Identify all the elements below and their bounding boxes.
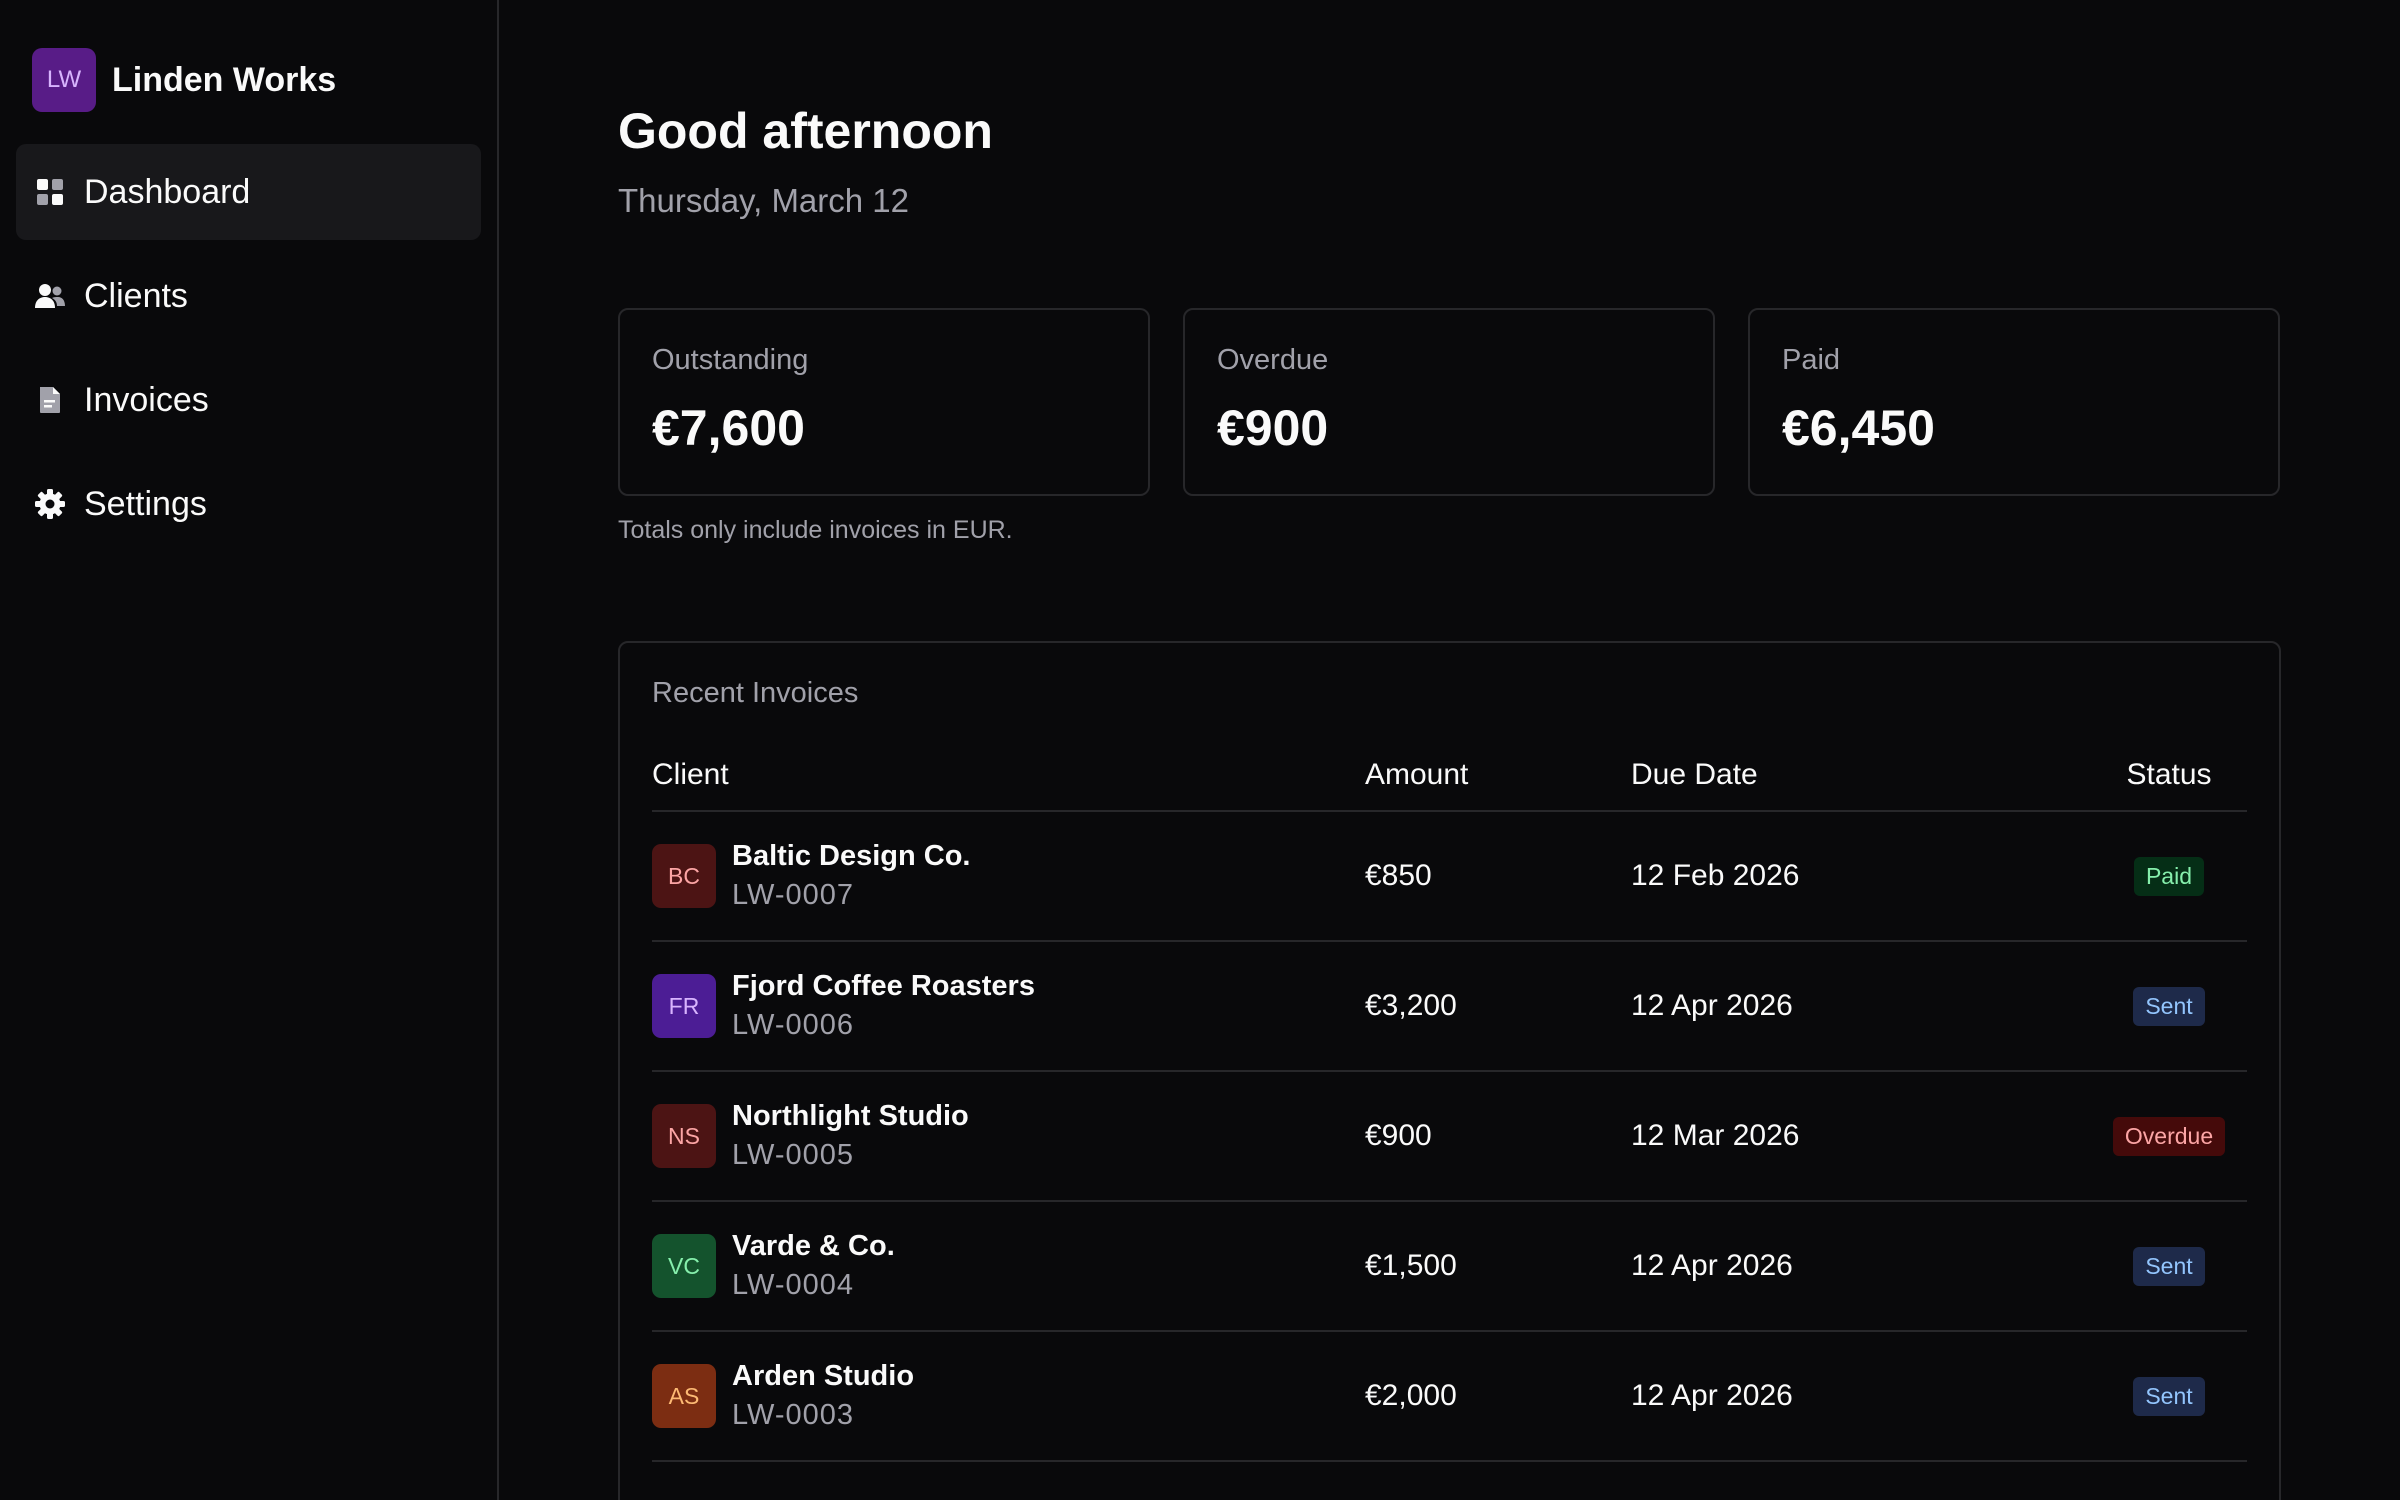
invoice-amount: €2,000 — [1365, 1379, 1457, 1412]
invoice-amount: €1,500 — [1365, 1249, 1457, 1282]
client-avatar: VC — [652, 1234, 716, 1298]
section-title: Recent Invoices — [652, 677, 859, 709]
app-shell: LW Linden Works Dashboard Clients Invoic… — [0, 0, 2400, 1500]
column-header-client[interactable]: Client — [652, 758, 1365, 792]
invoice-number: LW-0007 — [732, 879, 854, 911]
sidebar-item-label: Clients — [84, 276, 188, 315]
client-cell: AS Arden Studio LW-0003 — [652, 1360, 1365, 1432]
stat-label: Overdue — [1217, 344, 1329, 376]
client-cell: NS Northlight Studio LW-0005 — [652, 1100, 1365, 1172]
stat-label: Paid — [1782, 344, 1841, 376]
invoice-due-date: 12 Mar 2026 — [1631, 1119, 1800, 1152]
sidebar-item-dashboard[interactable]: Dashboard — [16, 144, 481, 240]
client-avatar: BC — [652, 844, 716, 908]
client-avatar: NS — [652, 1104, 716, 1168]
client-text: Arden Studio LW-0003 — [732, 1360, 914, 1432]
recent-invoices-panel: Recent Invoices Client Amount Due Date S… — [618, 641, 2281, 1500]
status-cell: Paid — [2091, 856, 2247, 896]
sidebar-item-invoices[interactable]: Invoices — [16, 352, 481, 448]
status-cell: Overdue — [2091, 1116, 2247, 1156]
invoice-number: LW-0005 — [732, 1139, 854, 1171]
client-name: Northlight Studio — [732, 1100, 969, 1132]
invoice-amount: €850 — [1365, 859, 1432, 892]
dashboard-icon — [34, 176, 66, 208]
status-cell: Sent — [2091, 986, 2247, 1026]
brand[interactable]: LW Linden Works — [16, 48, 481, 112]
client-avatar: FR — [652, 974, 716, 1038]
client-text: Varde & Co. LW-0004 — [732, 1230, 895, 1302]
status-cell: Sent — [2091, 1246, 2247, 1286]
sidebar-item-settings[interactable]: Settings — [16, 456, 481, 552]
client-cell: FR Fjord Coffee Roasters LW-0006 — [652, 970, 1365, 1042]
column-header-status[interactable]: Status — [2091, 758, 2247, 792]
stat-card-overdue: Overdue €900 — [1183, 308, 1715, 496]
sidebar-item-label: Settings — [84, 484, 207, 523]
invoice-due-date: 12 Apr 2026 — [1631, 1249, 1793, 1282]
table-row[interactable]: NS Northlight Studio LW-0005 €900 12 Mar… — [652, 1072, 2247, 1202]
stat-card-outstanding: Outstanding €7,600 — [618, 308, 1150, 496]
client-name: Baltic Design Co. — [732, 840, 971, 872]
invoice-number: LW-0003 — [732, 1399, 854, 1431]
stat-card-paid: Paid €6,450 — [1748, 308, 2280, 496]
stat-value: €6,450 — [1782, 400, 1935, 456]
client-name: Arden Studio — [732, 1360, 915, 1392]
users-icon — [34, 280, 66, 312]
invoice-amount: €3,200 — [1365, 989, 1457, 1022]
client-text: Northlight Studio LW-0005 — [732, 1100, 969, 1172]
table-row[interactable]: BC Baltic Design Co. LW-0007 €850 12 Feb… — [652, 812, 2247, 942]
invoice-amount: €900 — [1365, 1119, 1432, 1152]
status-badge: Sent — [2133, 1246, 2205, 1286]
stats-note: Totals only include invoices in EUR. — [618, 516, 1013, 544]
column-header-amount[interactable]: Amount — [1365, 758, 1631, 792]
sidebar: LW Linden Works Dashboard Clients Invoic… — [0, 0, 499, 1500]
invoice-due-date: 12 Apr 2026 — [1631, 1379, 1793, 1412]
client-text: Baltic Design Co. LW-0007 — [732, 840, 971, 912]
client-name: Fjord Coffee Roasters — [732, 970, 1035, 1002]
sidebar-nav: Dashboard Clients Invoices Settings — [16, 144, 481, 552]
invoice-number: LW-0006 — [732, 1009, 854, 1041]
client-avatar: AS — [652, 1364, 716, 1428]
status-badge: Sent — [2133, 986, 2205, 1026]
sidebar-item-clients[interactable]: Clients — [16, 248, 481, 344]
status-badge: Overdue — [2112, 1116, 2226, 1156]
stat-label: Outstanding — [652, 344, 809, 376]
status-badge: Sent — [2133, 1376, 2205, 1416]
client-text: Fjord Coffee Roasters LW-0006 — [732, 970, 1035, 1042]
main-content: Good afternoon Thursday, March 12 Outsta… — [499, 0, 2400, 1500]
stat-value: €900 — [1217, 400, 1329, 456]
client-name: Varde & Co. — [732, 1230, 895, 1262]
brand-logo: LW — [32, 48, 96, 112]
table-row[interactable]: AS Arden Studio LW-0003 €2,000 12 Apr 20… — [652, 1332, 2247, 1462]
document-icon — [34, 384, 66, 416]
page-title: Good afternoon — [618, 103, 993, 159]
table-row[interactable]: FR Fjord Coffee Roasters LW-0006 €3,200 … — [652, 942, 2247, 1072]
client-cell: VC Varde & Co. LW-0004 — [652, 1230, 1365, 1302]
sidebar-item-label: Invoices — [84, 380, 209, 419]
current-date: Thursday, March 12 — [618, 182, 910, 219]
table-body: BC Baltic Design Co. LW-0007 €850 12 Feb… — [652, 812, 2247, 1462]
stats-row: Outstanding €7,600 Overdue €900 Paid €6,… — [618, 308, 2282, 496]
table-row[interactable]: VC Varde & Co. LW-0004 €1,500 12 Apr 202… — [652, 1202, 2247, 1332]
column-header-due-date[interactable]: Due Date — [1631, 758, 2091, 792]
sidebar-item-label: Dashboard — [84, 172, 251, 211]
stat-value: €7,600 — [652, 400, 805, 456]
invoice-number: LW-0004 — [732, 1269, 854, 1301]
client-cell: BC Baltic Design Co. LW-0007 — [652, 840, 1365, 912]
gear-icon — [34, 488, 66, 520]
status-badge: Paid — [2133, 856, 2205, 896]
invoices-table: Client Amount Due Date Status BC Baltic … — [652, 740, 2247, 1462]
invoice-due-date: 12 Apr 2026 — [1631, 989, 1793, 1022]
status-cell: Sent — [2091, 1376, 2247, 1416]
invoice-due-date: 12 Feb 2026 — [1631, 859, 1800, 892]
brand-name: Linden Works — [112, 60, 337, 99]
table-header: Client Amount Due Date Status — [652, 740, 2247, 812]
